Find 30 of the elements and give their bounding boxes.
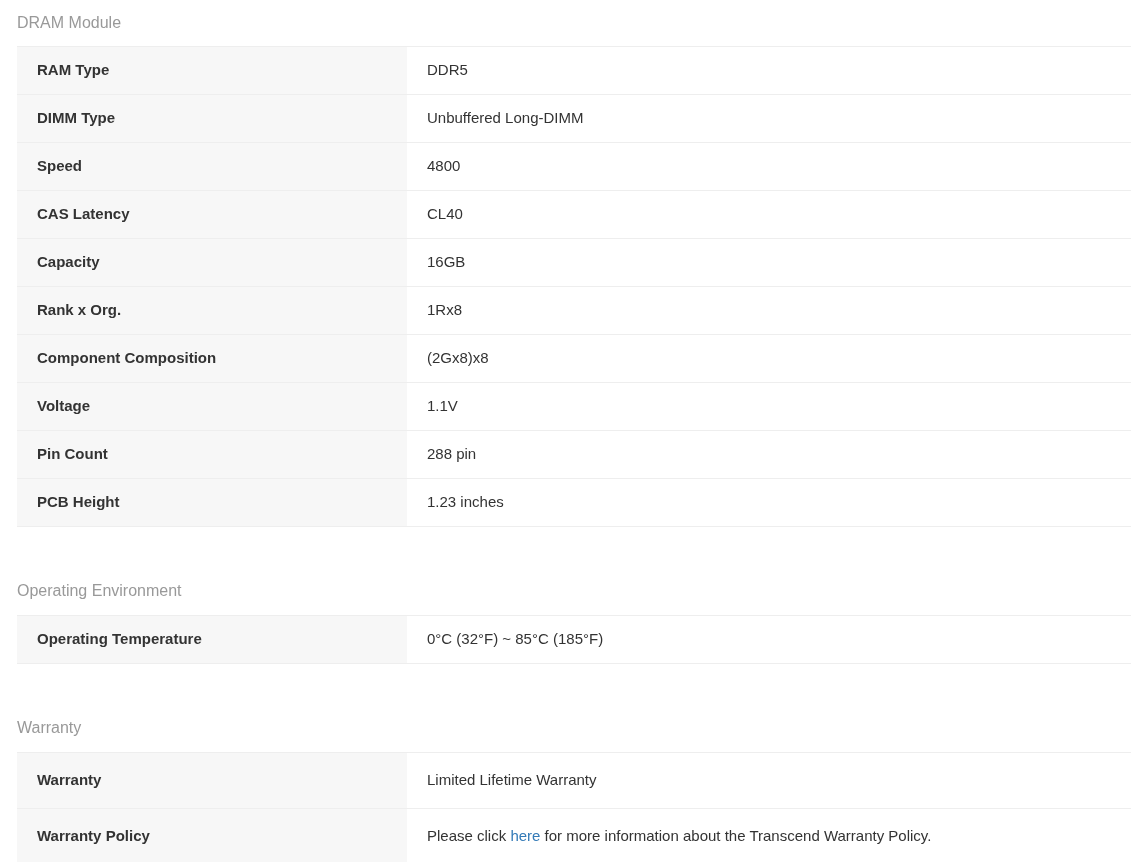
- spec-label-cell: Component Composition: [17, 335, 407, 382]
- spec-value: Limited Lifetime Warranty: [427, 770, 597, 791]
- spec-value: 1Rx8: [427, 300, 463, 321]
- here-link[interactable]: here: [510, 827, 541, 845]
- spec-label-cell: RAM Type: [17, 47, 407, 94]
- spec-value: 0°C (32°F) ~ 85°C (185°F): [427, 629, 604, 650]
- spec-label-cell: DIMM Type: [17, 95, 407, 142]
- spec-label-cell: PCB Height: [17, 479, 407, 526]
- spec-value: DDR5: [427, 60, 468, 81]
- spec-label-cell: Warranty: [17, 753, 407, 808]
- spec-value: 16GB: [427, 252, 466, 273]
- spec-value: CL40: [427, 204, 463, 225]
- spec-label-cell: Capacity: [17, 239, 407, 286]
- section-title: Warranty: [17, 718, 82, 738]
- spec-label-cell: Warranty Policy: [17, 809, 407, 862]
- spec-label-cell: Pin Count: [17, 431, 407, 478]
- spec-label-cell: Operating Temperature: [17, 616, 407, 663]
- spec-value: 4800: [427, 156, 461, 177]
- warranty-policy-sentence: Please click here for more information about the Transcend Warranty Policy.: [427, 826, 932, 847]
- section-title: DRAM Module: [17, 13, 122, 33]
- section-title: Operating Environment: [17, 581, 182, 601]
- spec-value: 1.1V: [427, 396, 458, 417]
- spec-label-cell: Voltage: [17, 383, 407, 430]
- spec-value: (2Gx8)x8: [427, 348, 489, 369]
- spec-value: Unbuffered Long-DIMM: [427, 108, 584, 129]
- spec-value: 288 pin: [427, 444, 477, 465]
- spec-label-cell: Rank x Org.: [17, 287, 407, 334]
- spec-label-cell: CAS Latency: [17, 191, 407, 238]
- spec-value: 1.23 inches: [427, 492, 504, 513]
- spec-label-cell: Speed: [17, 143, 407, 190]
